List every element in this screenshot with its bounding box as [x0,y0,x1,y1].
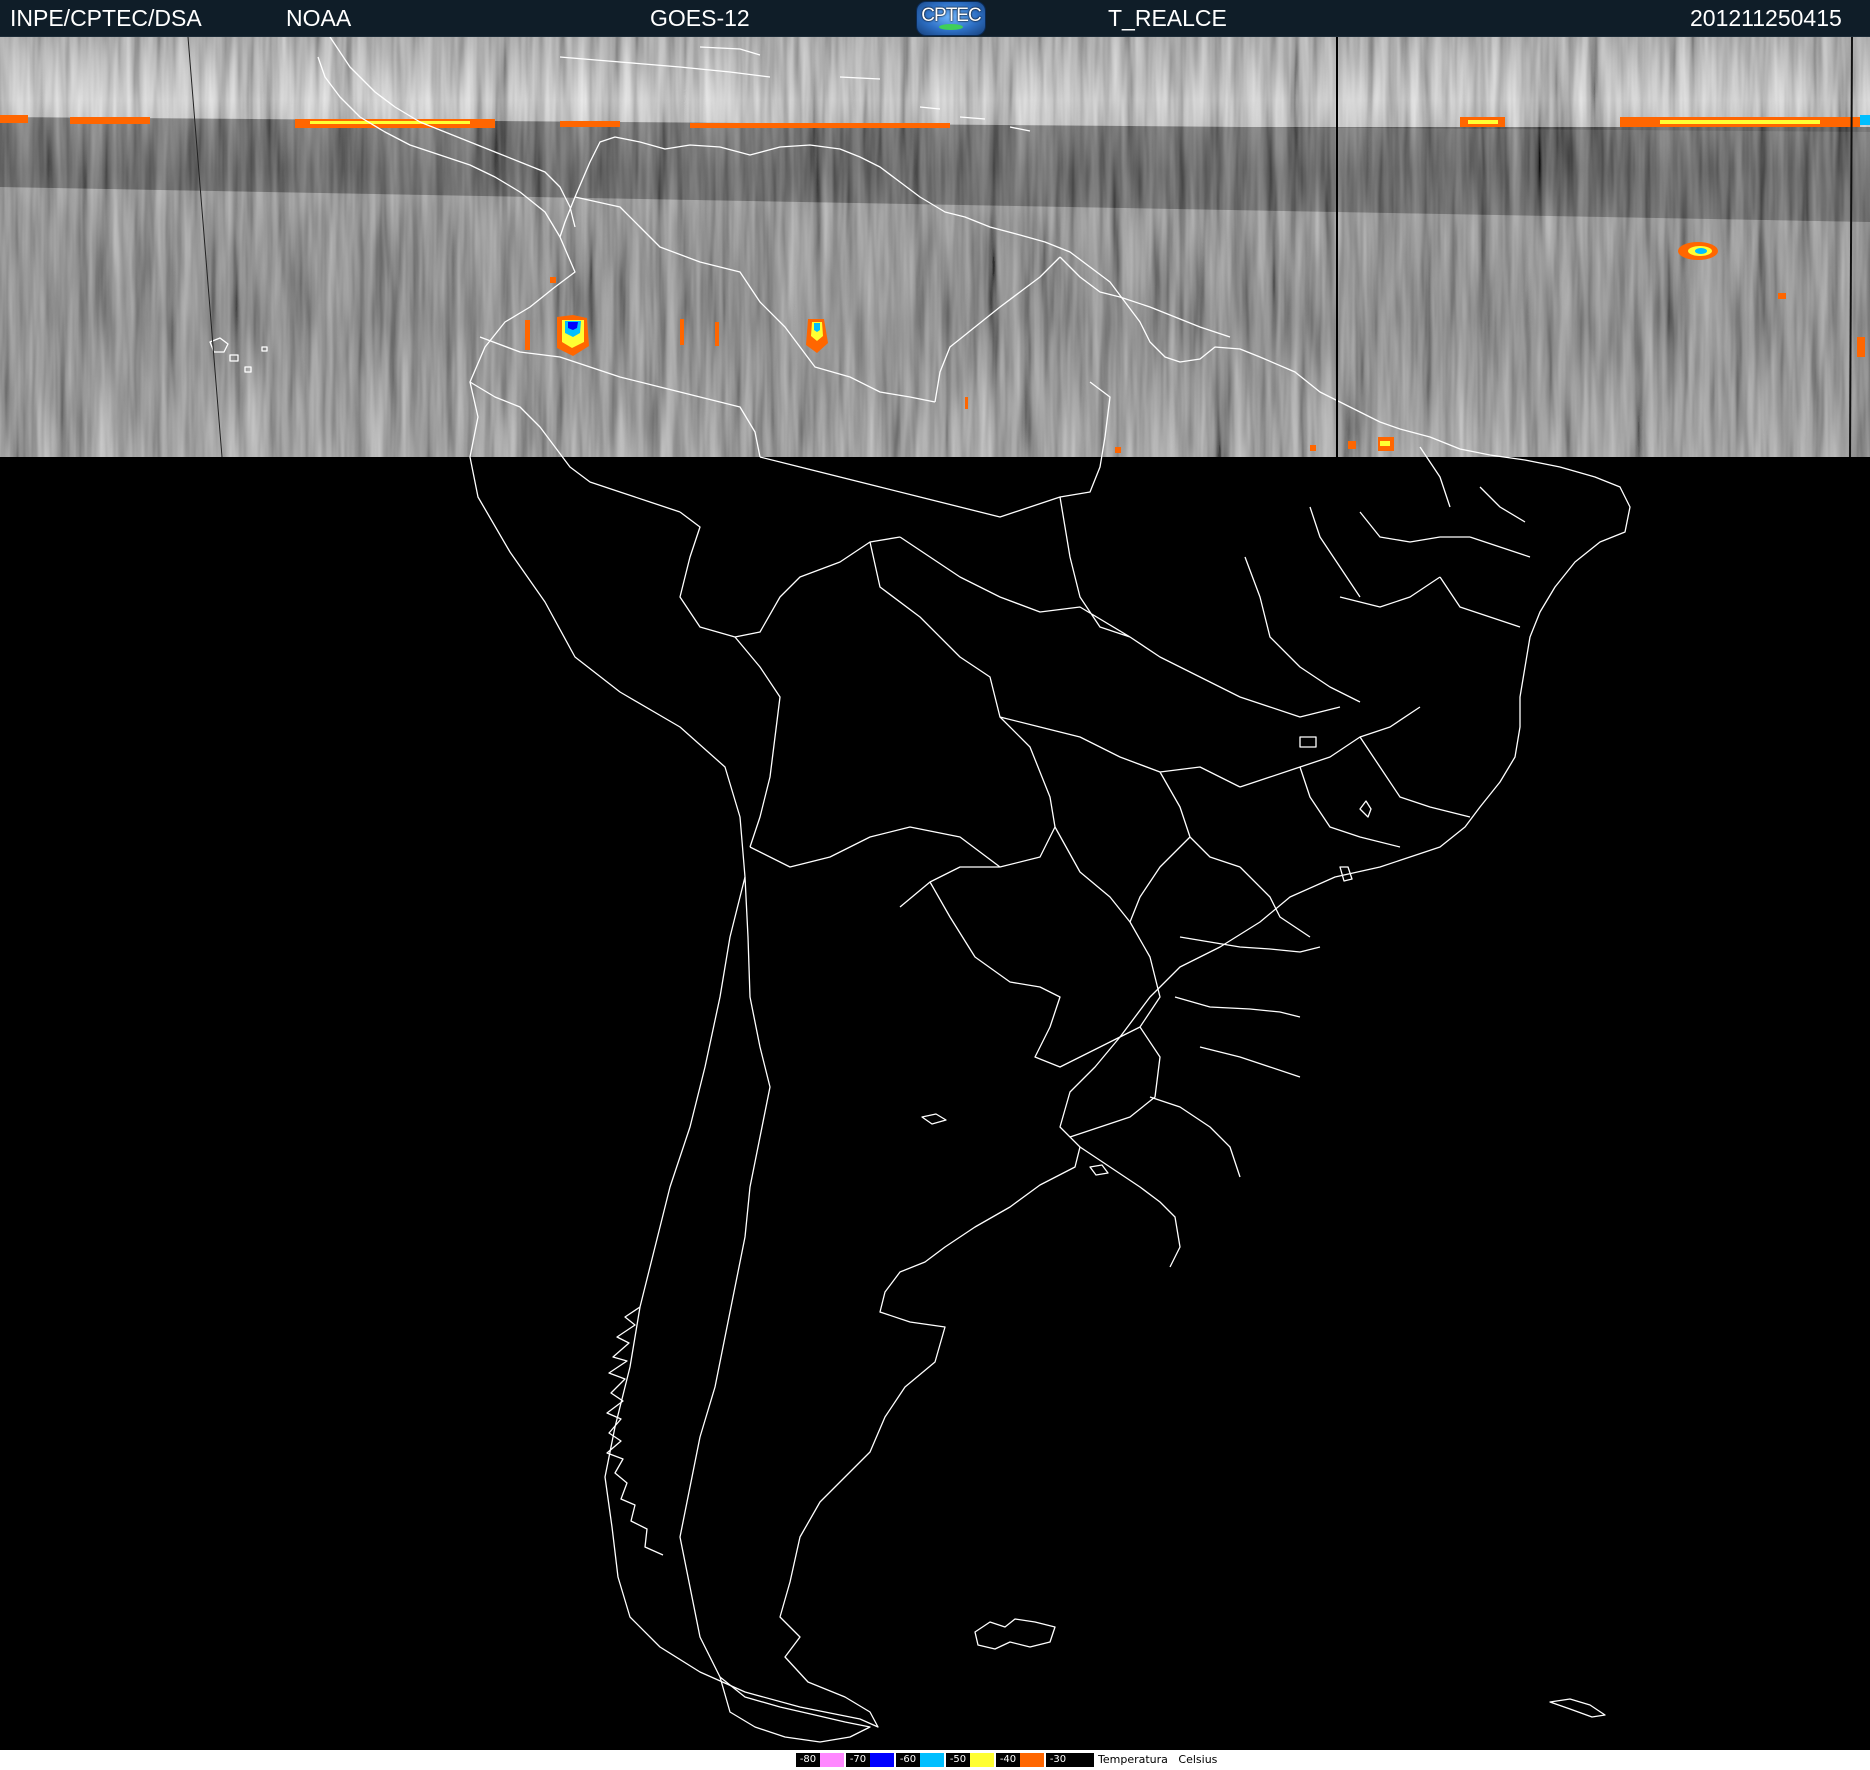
logo-swoosh-icon [939,24,963,30]
legend-swatch-4 [1020,1753,1044,1767]
legend-value-4: -40 [996,1753,1020,1767]
header-bar: INPE/CPTEC/DSA NOAA GOES-12 CPTEC T_REAL… [0,0,1870,37]
legend-value-1: -70 [846,1753,870,1767]
legend-swatch-0 [820,1753,844,1767]
satellite-label: GOES-12 [650,5,750,31]
legend-swatch-3 [970,1753,994,1767]
legend-value-5: -30 [1046,1753,1070,1767]
cptec-logo: CPTEC [916,1,986,36]
timestamp-label: 201211250415 [1690,5,1842,31]
agency-label: NOAA [286,5,352,31]
legend-value-2: -60 [896,1753,920,1767]
satellite-map [0,37,1870,1750]
legend-title-text: Temperatura [1098,1753,1168,1766]
legend-unit-text: Celsius [1178,1753,1218,1766]
temperature-legend: -80 -70 -60 -50 -40 -30 Temperatura Celsius [0,1750,1870,1770]
legend-swatch-5 [1070,1753,1094,1767]
legend-value-3: -50 [946,1753,970,1767]
legend-value-0: -80 [796,1753,820,1767]
legend-swatch-1 [870,1753,894,1767]
legend-title: Temperatura Celsius [1098,1753,1217,1767]
org-label: INPE/CPTEC/DSA [10,5,202,31]
product-label: T_REALCE [1108,5,1227,31]
legend-swatch-2 [920,1753,944,1767]
